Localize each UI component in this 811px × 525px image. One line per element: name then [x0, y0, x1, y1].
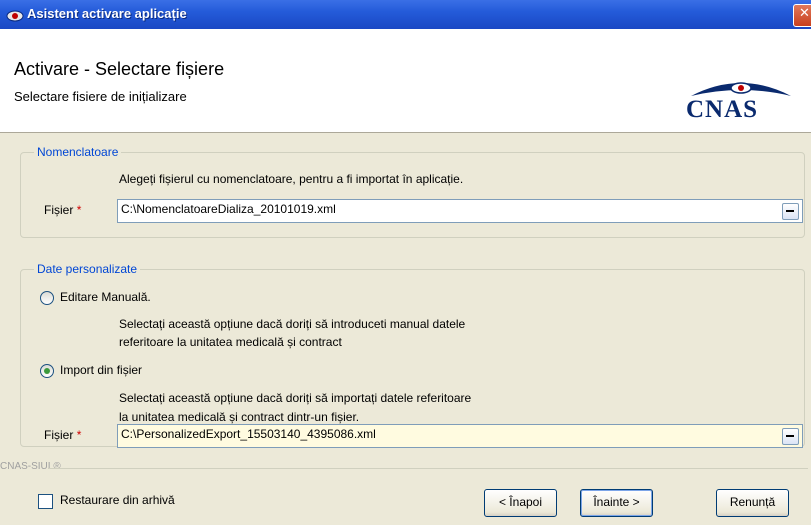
manual-description-line1: Selectați această opțiune dacă doriți să…	[119, 317, 466, 331]
nomenclatoare-file-field[interactable]	[117, 199, 803, 223]
next-button[interactable]: Înainte >	[580, 489, 653, 517]
import-option-label[interactable]: Import din fișier	[60, 363, 142, 377]
close-button[interactable]: ✕	[793, 4, 811, 27]
import-radio[interactable]	[40, 364, 54, 378]
restore-checkbox[interactable]	[38, 494, 53, 509]
cnas-logo-text: CNAS	[686, 96, 759, 123]
nomenclatoare-group	[20, 152, 805, 238]
title-bar: Asistent activare aplicație ✕	[0, 0, 811, 29]
back-button[interactable]: < Înapoi	[484, 489, 557, 517]
personalized-file-field[interactable]	[117, 424, 803, 448]
required-mark: *	[76, 428, 82, 442]
cancel-button[interactable]: Renunță	[716, 489, 789, 517]
import-description-line1: Selectați această opțiune dacă doriți să…	[119, 391, 472, 405]
page-title: Activare - Selectare fișiere	[14, 59, 225, 79]
nomenclatoare-browse-button[interactable]	[782, 203, 799, 220]
close-icon: ✕	[799, 6, 810, 21]
window-title: Asistent activare aplicație	[27, 6, 187, 21]
brand-label: CNAS-SIUI ®	[0, 461, 61, 472]
nomenclatoare-group-label: Nomenclatoare	[34, 145, 122, 159]
restore-label[interactable]: Restaurare din arhivă	[60, 493, 175, 507]
personalized-file-label: Fișier *	[44, 428, 82, 442]
page-subtitle: Selectare fisiere de inițializare	[14, 89, 187, 104]
manual-description-line2: referitoare la unitatea medicală și cont…	[119, 335, 342, 349]
footer-divider	[48, 468, 808, 469]
personalized-browse-button[interactable]	[782, 428, 799, 445]
required-mark: *	[76, 203, 82, 217]
manual-radio[interactable]	[40, 291, 54, 305]
ellipsis-icon	[786, 435, 794, 437]
ellipsis-icon	[786, 210, 794, 212]
nomenclatoare-instruction: Alegeți fișierul cu nomenclatoare, pentr…	[119, 172, 464, 186]
manual-option-label[interactable]: Editare Manuală.	[60, 290, 151, 304]
date-personalizate-group-label: Date personalizate	[34, 262, 141, 276]
import-description-line2: la unitatea medicală și contract dintr-u…	[119, 410, 360, 424]
nomenclatoare-file-input[interactable]	[121, 202, 761, 216]
nomenclatoare-file-label: Fișier *	[44, 203, 82, 217]
personalized-file-input[interactable]	[121, 427, 761, 441]
app-icon	[6, 10, 24, 22]
